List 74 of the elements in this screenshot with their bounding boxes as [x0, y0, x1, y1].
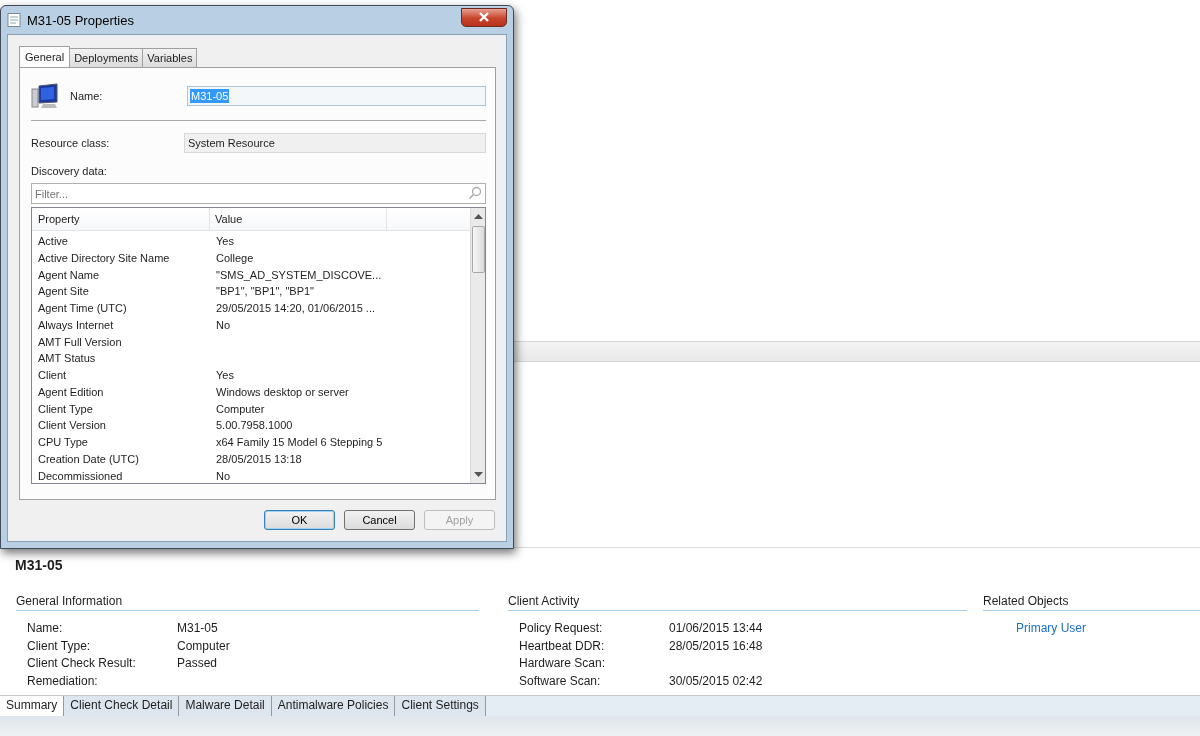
- table-cell-text: x64 Family 15 Model 6 Stepping 5: [215, 435, 383, 450]
- table-cell-text: AMT Status: [37, 351, 97, 367]
- filter-field[interactable]: Filter...: [31, 183, 486, 204]
- tab[interactable]: Deployments: [69, 48, 144, 67]
- table-cell-text: "BP1", "BP1", "BP1": [215, 284, 315, 300]
- dialog-button[interactable]: Cancel: [344, 510, 415, 530]
- table-cell-text: Client Type: [37, 401, 94, 417]
- properties-icon: [6, 12, 22, 28]
- up-arrow-icon: [473, 213, 483, 219]
- table-cell-text: Client: [37, 368, 68, 383]
- column-header[interactable]: Value: [210, 208, 387, 230]
- window-title: M31-05 Properties: [27, 12, 134, 28]
- field-label: Name:: [70, 90, 104, 102]
- table-cell-text: 29/05/2015 14:20, 01/06/2015 ...: [215, 301, 376, 316]
- table-cell-text: Active: [37, 234, 69, 249]
- field-label: Resource class:: [31, 137, 111, 149]
- table-cell-text: AMT Full Version: [37, 334, 123, 350]
- dialog-button[interactable]: OK: [264, 510, 335, 530]
- table-cell-text: CPU Type: [37, 435, 89, 450]
- tab[interactable]: Summary: [0, 696, 65, 717]
- tab[interactable]: Antimalware Policies: [271, 696, 396, 717]
- field-value: Passed: [177, 655, 218, 673]
- table-cell-text: Agent Name: [37, 267, 101, 283]
- table-cell-text: Agent Time (UTC): [37, 301, 128, 316]
- field-value: 01/06/2015 13:44: [669, 620, 763, 638]
- table-cell-text: 28/05/2015 13:18: [215, 451, 302, 467]
- field-label: Client Type:: [27, 637, 92, 655]
- table-cell-text: Active Directory Site Name: [37, 250, 171, 266]
- section-heading: Client Activity: [508, 594, 967, 612]
- down-arrow-icon: [473, 472, 483, 478]
- field-value: 30/05/2015 02:42: [669, 672, 763, 690]
- table-cell-text: Client Version: [37, 418, 107, 434]
- table-cell-text: Always Internet: [37, 317, 115, 333]
- close-button[interactable]: [461, 7, 507, 27]
- table-cell-text: Creation Date (UTC): [37, 451, 140, 467]
- tab[interactable]: Client Settings: [395, 696, 486, 717]
- tab[interactable]: General: [19, 46, 71, 67]
- section-heading: General Information: [16, 594, 479, 612]
- tab[interactable]: Variables: [142, 48, 198, 67]
- field-label: Discovery data:: [31, 165, 108, 177]
- scrollbar-thumb[interactable]: [471, 226, 485, 273]
- table-cell-text: College: [215, 250, 254, 266]
- table-cell-text: Decommissioned: [37, 468, 124, 483]
- table-cell-text: "SMS_AD_SYSTEM_DISCOVE...: [215, 267, 382, 283]
- field-label: Software Scan:: [519, 672, 602, 690]
- table-cell-text: Agent Site: [37, 284, 90, 300]
- scrollbar[interactable]: [470, 208, 485, 483]
- field-label: Client Check Result:: [27, 655, 137, 673]
- table-cell-text: 5.00.7958.1000: [215, 418, 293, 434]
- table-cell-text: Agent Edition: [37, 384, 105, 400]
- table-cell-text: No: [215, 317, 231, 333]
- field-value: Computer: [177, 637, 230, 655]
- table-cell-text: No: [215, 468, 231, 483]
- field-label: Hardware Scan:: [519, 655, 607, 673]
- details-title: M31-05: [14, 556, 64, 576]
- field-value: M31-05: [177, 620, 218, 638]
- field-label: Name:: [27, 620, 64, 638]
- field-label: Policy Request:: [519, 620, 604, 638]
- section-heading: Related Objects: [983, 594, 1200, 612]
- tab[interactable]: Malware Detail: [179, 696, 272, 717]
- table-cell-text: Yes: [215, 368, 234, 383]
- column-header[interactable]: Property: [32, 208, 210, 230]
- related-link[interactable]: Primary User: [1016, 621, 1086, 636]
- search-icon: [468, 186, 482, 200]
- tab[interactable]: Client Check Detail: [64, 696, 180, 717]
- field-label: Remediation:: [27, 672, 99, 690]
- table-cell-text: Yes: [215, 234, 234, 249]
- table-cell-text: Windows desktop or server: [215, 384, 349, 400]
- computer-icon: [31, 83, 61, 109]
- resource-class-field: System Resource: [184, 133, 486, 153]
- table-cell-text: Computer: [215, 401, 265, 417]
- field-label: Heartbeat DDR:: [519, 637, 606, 655]
- close-icon: [477, 11, 491, 23]
- field-value: 28/05/2015 16:48: [669, 637, 763, 655]
